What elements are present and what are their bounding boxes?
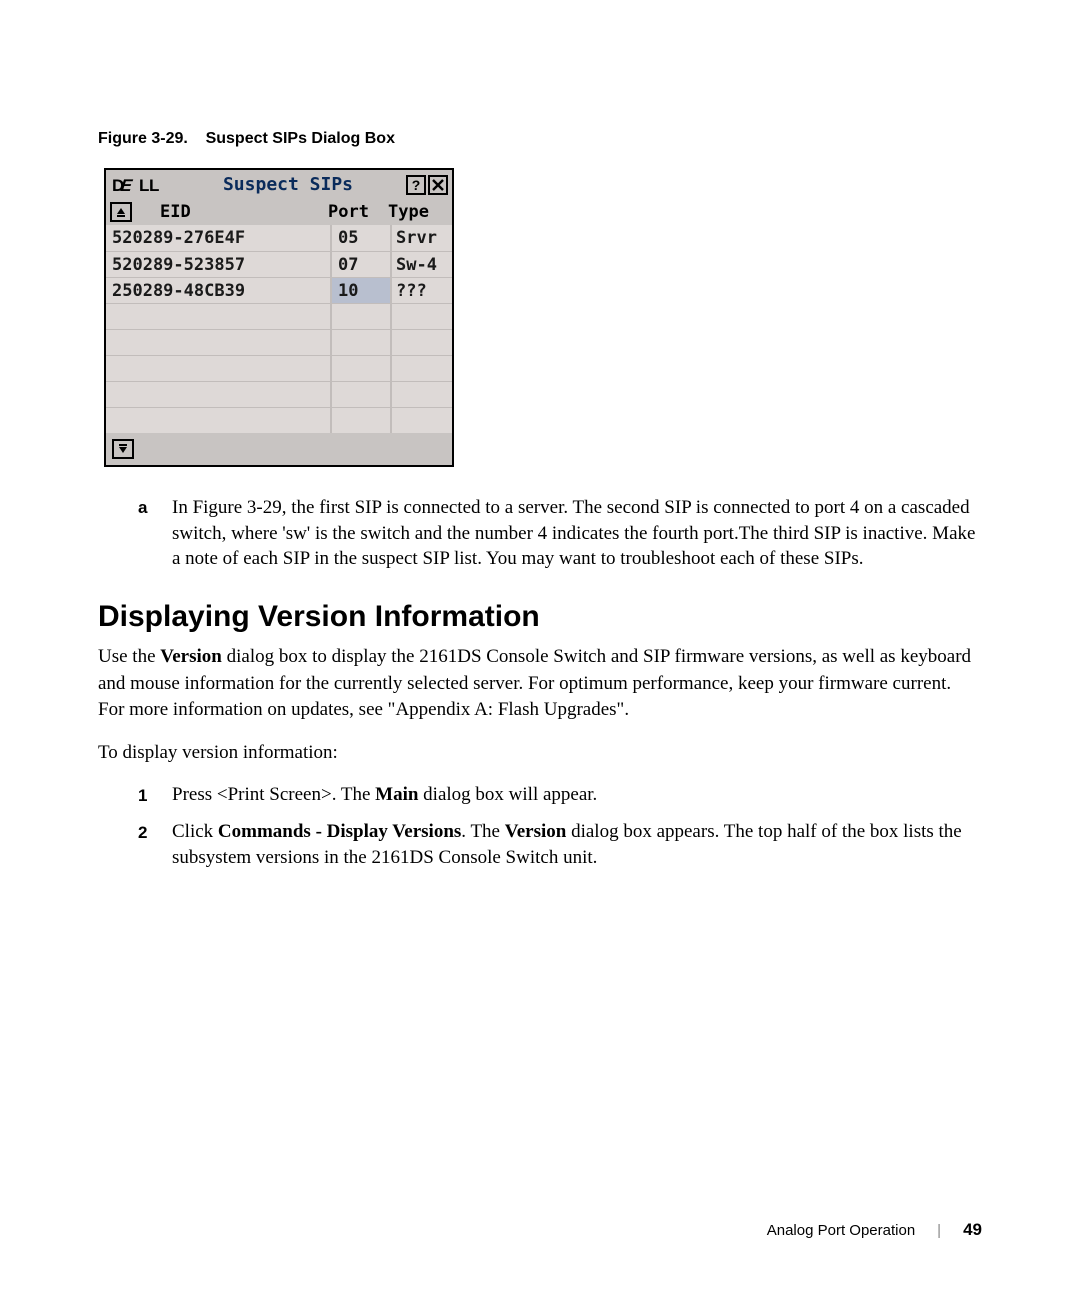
text: . The [461, 821, 504, 842]
cell-type: Sw-4 [392, 252, 452, 277]
cell-eid: 250289-48CB39 [106, 278, 332, 303]
body-paragraph: Use the Version dialog box to display th… [98, 644, 982, 724]
table-row[interactable]: ... [106, 303, 452, 329]
dell-logo: D E L L [112, 176, 164, 194]
footer-section: Analog Port Operation [767, 1222, 915, 1239]
document-page: Figure 3-29. Suspect SIPs Dialog Box D E… [0, 0, 1080, 1296]
section-heading: Displaying Version Information [98, 600, 982, 634]
page-footer: Analog Port Operation | 49 [767, 1220, 982, 1240]
column-header-port[interactable]: Port [328, 202, 388, 222]
step-item: Click Commands - Display Versions. The V… [138, 819, 982, 872]
bold-text: Version [505, 821, 567, 842]
suspect-sips-dialog: D E L L Suspect SIPs ? EID Port Type [104, 168, 454, 467]
footer-separator: | [937, 1222, 941, 1239]
table-row[interactable]: ... [106, 355, 452, 381]
steps-list: Press <Print Screen>. The Main dialog bo… [138, 782, 982, 872]
text: dialog box will appear. [418, 784, 597, 805]
annotation-item: a In Figure 3-29, the first SIP is conne… [138, 495, 982, 572]
cell-type: Srvr [392, 225, 452, 251]
figure-caption: Figure 3-29. Suspect SIPs Dialog Box [98, 130, 982, 148]
bold-text: Version [160, 646, 222, 667]
cell-port: 07 [332, 252, 392, 277]
table-row[interactable]: ... [106, 381, 452, 407]
column-header-type[interactable]: Type [388, 202, 448, 222]
body-paragraph: To display version information: [98, 740, 982, 767]
svg-text:L: L [149, 176, 159, 194]
dialog-title: Suspect SIPs [170, 174, 406, 195]
text: Press <Print Screen>. The [172, 784, 375, 805]
svg-text:L: L [139, 176, 149, 194]
dialog-column-headers: EID Port Type [106, 199, 452, 225]
scroll-down-icon[interactable] [112, 439, 134, 459]
column-header-eid[interactable]: EID [142, 202, 328, 222]
cell-eid: 520289-523857 [106, 252, 332, 277]
annotation-text: In Figure 3-29, the first SIP is connect… [172, 495, 982, 572]
table-row[interactable]: 520289-523857 07 Sw-4 [106, 251, 452, 277]
dialog-list: 520289-276E4F 05 Srvr 520289-523857 07 S… [106, 225, 452, 433]
cell-eid: 520289-276E4F [106, 225, 332, 251]
text: Use the [98, 646, 160, 667]
sort-up-icon[interactable] [110, 202, 132, 222]
bold-text: Commands - Display Versions [218, 821, 461, 842]
dialog-footer [106, 433, 452, 465]
dialog-titlebar: D E L L Suspect SIPs ? [106, 170, 452, 199]
text: dialog box to display the 2161DS Console… [98, 646, 971, 720]
cell-type: ??? [392, 278, 452, 303]
cell-port: 05 [332, 225, 392, 251]
table-row[interactable]: 250289-48CB39 10 ??? [106, 277, 452, 303]
help-button[interactable]: ? [406, 175, 426, 195]
page-number: 49 [963, 1220, 982, 1240]
close-button[interactable] [428, 175, 448, 195]
table-row[interactable]: ... [106, 329, 452, 355]
cell-port: 10 [332, 278, 392, 303]
table-row[interactable]: ... [106, 407, 452, 433]
text: Click [172, 821, 218, 842]
bold-text: Main [375, 784, 418, 805]
figure-annotation-list: a In Figure 3-29, the first SIP is conne… [138, 495, 982, 572]
step-item: Press <Print Screen>. The Main dialog bo… [138, 782, 982, 809]
table-row[interactable]: 520289-276E4F 05 Srvr [106, 225, 452, 251]
annotation-label: a [138, 495, 152, 572]
